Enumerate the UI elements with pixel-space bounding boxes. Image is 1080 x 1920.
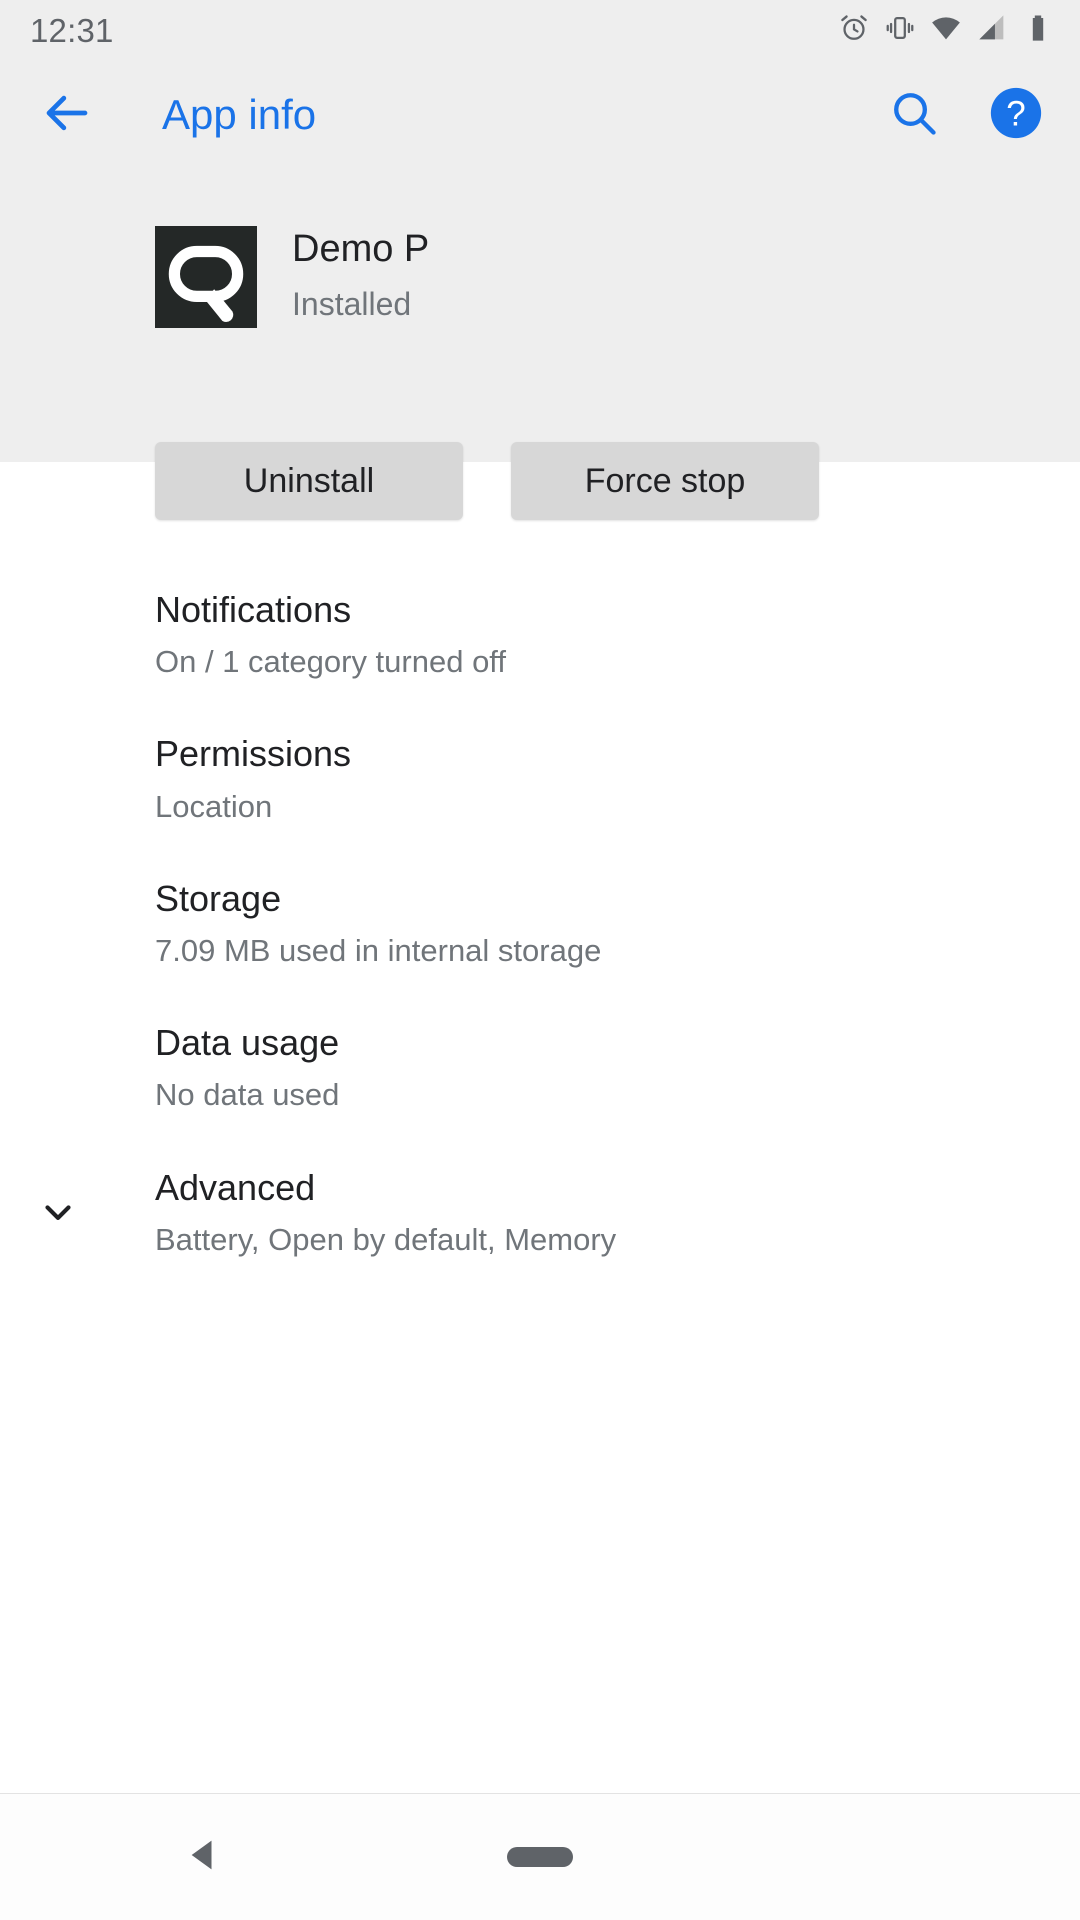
- row-subtitle: Battery, Open by default, Memory: [155, 1221, 617, 1257]
- status-bar: 12:31: [0, 0, 1080, 60]
- app-bar-actions: ?: [884, 85, 1046, 145]
- app-name: Demo P: [292, 228, 430, 270]
- list-item-advanced[interactable]: Advanced Battery, Open by default, Memor…: [0, 1140, 1080, 1284]
- app-bar: App info ?: [0, 60, 1080, 170]
- action-buttons: Uninstall Force stop: [155, 442, 819, 520]
- nav-home-pill-icon[interactable]: [507, 1847, 573, 1867]
- search-button[interactable]: [884, 85, 944, 145]
- alarm-icon: [838, 12, 870, 49]
- app-title-block: Demo P Installed: [292, 228, 429, 322]
- list-item-data-usage[interactable]: Data usage No data used: [0, 995, 1080, 1139]
- help-button[interactable]: ?: [986, 85, 1046, 145]
- uninstall-button[interactable]: Uninstall: [155, 442, 463, 520]
- row-title: Notifications: [155, 589, 352, 630]
- row-subtitle: On / 1 category turned off: [155, 644, 506, 680]
- row-subtitle: Location: [155, 788, 273, 824]
- row-title: Data usage: [155, 1022, 340, 1064]
- arrow-back-icon: [40, 86, 94, 145]
- row-title: Permissions: [155, 733, 352, 775]
- row-subtitle: No data used: [155, 1077, 340, 1113]
- list-item-storage[interactable]: Storage 7.09 MB used in internal storage: [0, 851, 1080, 995]
- chevron-down-icon: [36, 1190, 80, 1234]
- nav-back-triangle-icon: [184, 1835, 224, 1880]
- row-title: Storage: [155, 877, 282, 919]
- force-stop-button[interactable]: Force stop: [511, 442, 819, 520]
- cell-signal-icon: [976, 12, 1008, 49]
- nav-back-button[interactable]: [172, 1825, 236, 1889]
- list-item-permissions[interactable]: Permissions Location: [0, 706, 1080, 850]
- list-item-notifications[interactable]: Notifications On / 1 category turned off: [0, 562, 1080, 706]
- demo-p-app-icon: [155, 226, 257, 328]
- vibrate-icon: [884, 12, 916, 49]
- svg-text:?: ?: [1006, 94, 1025, 133]
- help-icon: ?: [987, 84, 1045, 147]
- status-bar-clock: 12:31: [30, 11, 114, 49]
- battery-icon: [1022, 12, 1054, 49]
- app-install-state: Installed: [292, 285, 412, 322]
- bottom-navigation-bar: [0, 1793, 1080, 1920]
- row-title: Advanced: [155, 1166, 316, 1208]
- search-icon: [888, 87, 940, 144]
- app-header: Demo P Installed: [0, 170, 1080, 462]
- page-title: App info: [162, 91, 317, 138]
- row-subtitle: 7.09 MB used in internal storage: [155, 932, 602, 968]
- wifi-icon: [930, 12, 962, 49]
- settings-list: Notifications On / 1 category turned off…: [0, 562, 1080, 1284]
- status-bar-icons: [838, 12, 1054, 49]
- back-button[interactable]: [36, 84, 98, 146]
